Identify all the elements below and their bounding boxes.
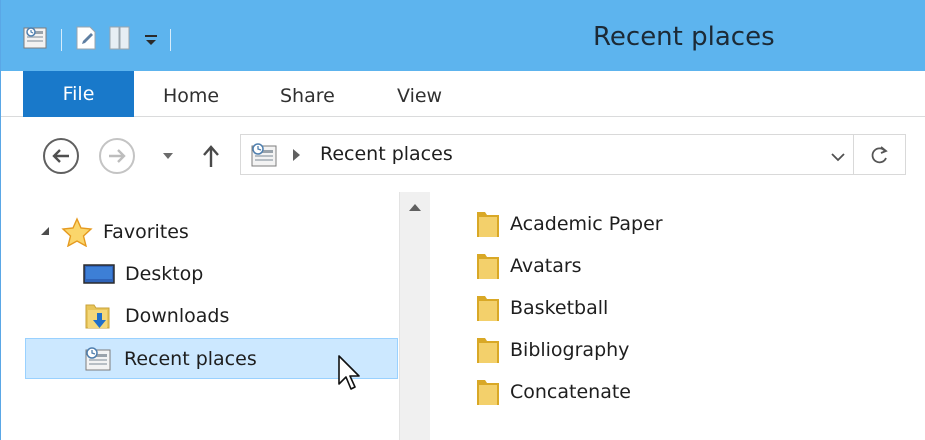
folder-icon	[475, 377, 501, 407]
nav-pane-scrollbar[interactable]	[399, 192, 430, 440]
chevron-down-icon	[831, 153, 845, 162]
forward-button[interactable]	[99, 138, 135, 174]
tab-home[interactable]: Home	[163, 85, 219, 107]
explorer-window: Recent places File Home Share View Recen…	[0, 0, 925, 440]
back-arrow-icon	[52, 149, 69, 163]
title-bar[interactable]: Recent places	[1, 0, 925, 71]
forward-arrow-icon	[109, 149, 126, 163]
sidebar-item-label: Recent places	[124, 347, 257, 370]
window-title: Recent places	[593, 22, 775, 52]
recent-places-icon[interactable]	[23, 25, 49, 55]
breadcrumb-location[interactable]: Recent places	[320, 143, 453, 165]
recent-places-icon	[249, 142, 279, 172]
up-button[interactable]	[198, 141, 224, 171]
refresh-icon	[871, 145, 888, 163]
sidebar-item-downloads[interactable]: Downloads	[83, 296, 229, 336]
new-folder-icon[interactable]	[108, 25, 132, 55]
recent-locations-button[interactable]	[159, 147, 177, 165]
expand-collapse-icon[interactable]	[41, 227, 49, 235]
address-bar[interactable]: Recent places	[240, 134, 854, 175]
scroll-up-arrow-icon[interactable]	[409, 204, 421, 211]
list-item[interactable]: Bibliography	[475, 330, 629, 370]
list-item[interactable]: Basketball	[475, 288, 608, 328]
folder-name: Avatars	[510, 255, 582, 277]
downloads-folder-icon	[83, 301, 115, 331]
sidebar-item-desktop[interactable]: Desktop	[83, 254, 203, 294]
tab-file[interactable]: File	[23, 71, 134, 117]
list-item[interactable]: Avatars	[475, 246, 582, 286]
favorites-label: Favorites	[103, 221, 189, 243]
navigation-row: Recent places	[1, 117, 925, 192]
list-item[interactable]: Academic Paper	[475, 204, 663, 244]
toolbar-separator	[170, 29, 171, 51]
file-list[interactable]: Academic Paper Avatars Basketball Biblio…	[432, 192, 925, 440]
folder-name: Academic Paper	[510, 213, 663, 235]
folder-name: Bibliography	[510, 339, 630, 361]
customize-toolbar-icon[interactable]	[144, 31, 158, 50]
ribbon-tabs: File Home Share View	[1, 71, 925, 117]
toolbar-separator	[61, 29, 62, 51]
list-item[interactable]: Concatenate	[475, 372, 631, 412]
desktop-icon	[83, 262, 115, 286]
navigation-pane[interactable]: Favorites Desktop Downloads Recent place…	[1, 192, 431, 440]
up-arrow-icon	[203, 145, 219, 167]
recent-places-icon	[82, 345, 114, 373]
folder-icon	[475, 209, 501, 239]
folder-icon	[475, 251, 501, 281]
back-button[interactable]	[43, 138, 79, 174]
tab-view[interactable]: View	[397, 85, 442, 107]
folder-icon	[475, 335, 501, 365]
quick-access-toolbar	[23, 24, 183, 56]
tab-share[interactable]: Share	[280, 85, 335, 107]
folder-name: Basketball	[510, 297, 609, 319]
properties-icon[interactable]	[74, 25, 98, 55]
star-icon	[61, 217, 93, 247]
refresh-button[interactable]	[854, 134, 906, 175]
chevron-down-icon	[163, 153, 173, 159]
favorites-node[interactable]: Favorites	[61, 212, 189, 252]
sidebar-item-label: Desktop	[125, 263, 204, 285]
folder-name: Concatenate	[510, 381, 631, 403]
folder-icon	[475, 293, 501, 323]
mouse-cursor-icon	[338, 355, 360, 390]
breadcrumb-chevron-icon[interactable]	[293, 149, 300, 161]
sidebar-item-label: Downloads	[125, 305, 230, 327]
address-dropdown-button[interactable]	[831, 147, 845, 166]
